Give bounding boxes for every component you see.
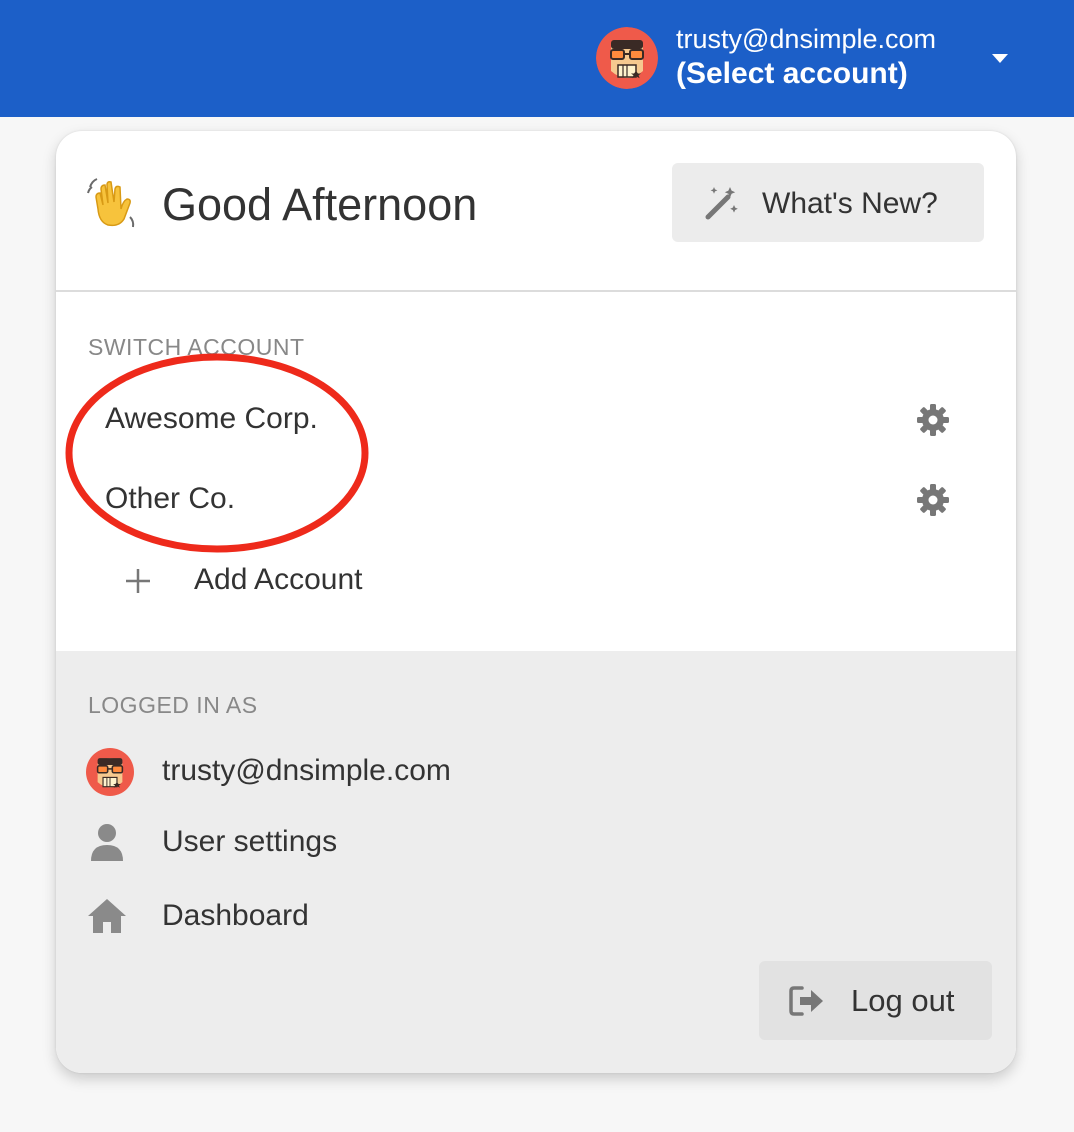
account-switcher-text: trusty@dnsimple.com (Select account) [676,24,936,92]
robot-avatar-icon [596,27,658,89]
account-switcher-toggle[interactable]: trusty@dnsimple.com (Select account) [596,22,1026,94]
waving-hand-icon [87,178,135,228]
account-name: Other Co. [105,482,236,515]
add-account-button[interactable]: Add Account [116,555,476,605]
top-navigation-bar: trusty@dnsimple.com (Select account) [0,0,1074,117]
user-icon [91,824,123,861]
dashboard-label: Dashboard [162,899,309,932]
logout-button[interactable]: Log out [759,961,992,1040]
gear-icon[interactable] [916,483,950,517]
logout-label: Log out [851,983,955,1018]
logged-in-as-heading: LOGGED IN AS [88,692,258,718]
account-item-awesome-corp[interactable]: Awesome Corp. [56,384,1016,454]
account-dropdown-panel: Good Afternoon What's New? SWITCH ACCOUN… [56,131,1016,1073]
current-account-email: trusty@dnsimple.com [676,24,936,55]
dashboard-link[interactable]: Dashboard [86,889,686,945]
sign-out-icon [789,986,823,1016]
account-item-other-co[interactable]: Other Co. [56,464,1016,534]
dropdown-footer: LOGGED IN AS trusty@dnsimple.com User se… [56,651,1016,1073]
magic-wand-icon [705,187,738,220]
logged-in-email: trusty@dnsimple.com [162,754,451,787]
greeting-title: Good Afternoon [162,179,478,230]
home-icon [88,899,126,933]
logged-in-user: trusty@dnsimple.com [86,744,686,800]
select-account-label: (Select account) [676,57,908,91]
user-settings-link[interactable]: User settings [86,815,686,871]
robot-avatar-icon [86,748,134,796]
whats-new-label: What's New? [762,187,938,220]
plus-icon [126,569,150,593]
gear-icon[interactable] [916,403,950,437]
dropdown-header: Good Afternoon What's New? [56,131,1016,292]
switch-account-heading: SWITCH ACCOUNT [88,334,305,360]
add-account-label: Add Account [194,563,363,596]
whats-new-button[interactable]: What's New? [672,163,984,242]
caret-down-icon [992,54,1008,63]
account-name: Awesome Corp. [105,402,318,435]
user-settings-label: User settings [162,825,338,858]
